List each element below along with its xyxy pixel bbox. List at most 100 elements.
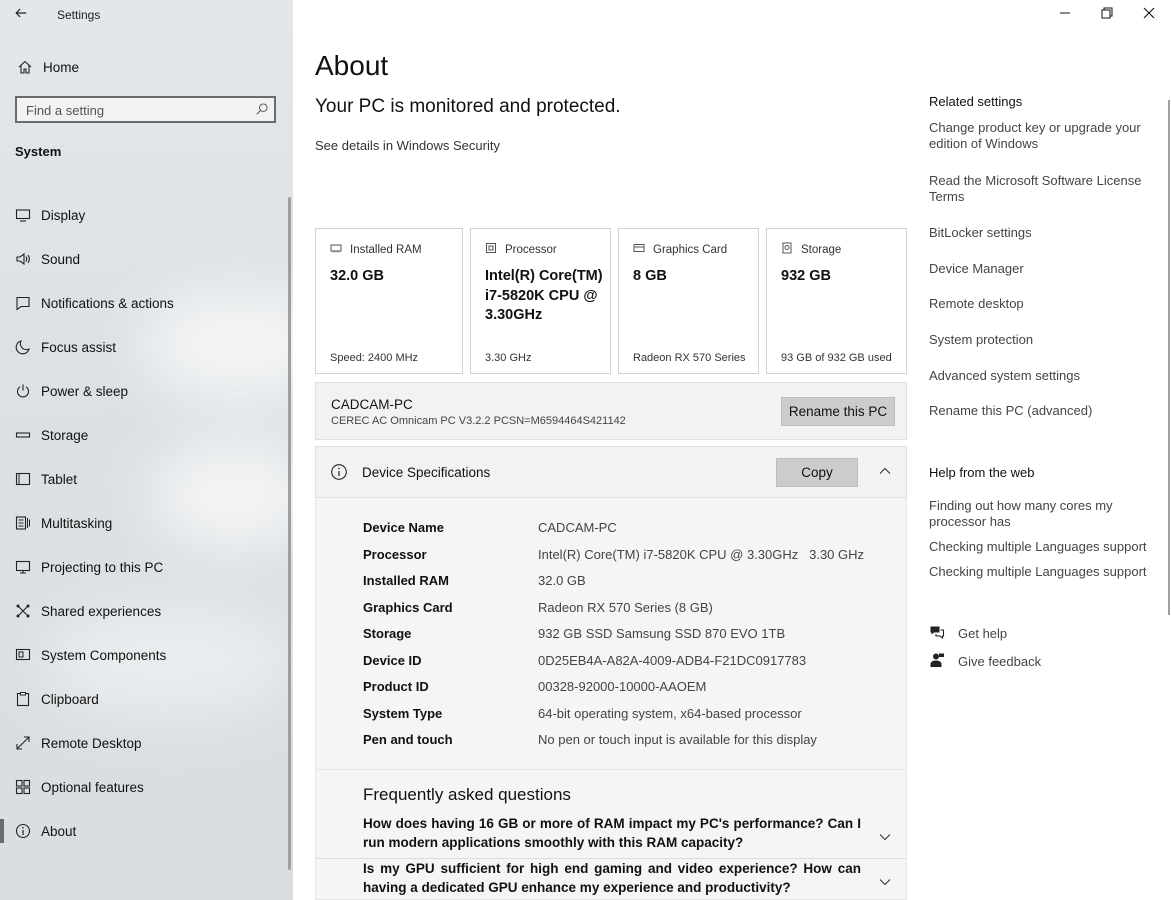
spec-value: Radeon RX 570 Series (8 GB) — [538, 600, 713, 615]
restore-button[interactable] — [1086, 0, 1128, 30]
sidebar-item-optional-features[interactable]: Optional features — [13, 765, 174, 809]
device-specifications-header[interactable]: Device Specifications Copy — [315, 446, 907, 498]
app-title: Settings — [57, 8, 101, 22]
card-value: Intel(R) Core(TM) i7-5820K CPU @ 3.30GHz — [485, 268, 603, 323]
home-icon — [15, 59, 35, 75]
minimize-button[interactable] — [1044, 0, 1086, 30]
notification-icon — [13, 295, 33, 311]
sidebar-item-focus-assist[interactable]: Focus assist — [13, 325, 174, 369]
card-subtext: Speed: 2400 MHz — [330, 352, 419, 364]
spec-key: Device Name — [363, 520, 444, 535]
faq-section: Frequently asked questions How does havi… — [315, 770, 907, 900]
chevron-down-icon[interactable] — [878, 830, 892, 844]
sidebar-item-sound[interactable]: Sound — [13, 237, 174, 281]
spec-row: System Type 64-bit operating system, x64-… — [363, 706, 802, 732]
faq-question[interactable]: Is my GPU sufficient for high end gaming… — [363, 860, 861, 897]
related-link-license-terms[interactable]: Read the Microsoft Software License Term… — [929, 173, 1154, 205]
components-icon — [13, 647, 33, 663]
spec-key: Product ID — [363, 679, 429, 694]
chevron-up-icon[interactable] — [878, 464, 892, 483]
sidebar-item-shared-experiences[interactable]: Shared experiences — [13, 589, 174, 633]
spec-value: Intel(R) Core(TM) i7-5820K CPU @ 3.30GHz… — [538, 547, 865, 562]
spec-row: Device Name CADCAM-PC — [363, 520, 617, 546]
multitasking-icon — [13, 515, 33, 531]
sidebar-item-projecting[interactable]: Projecting to this PC — [13, 545, 174, 589]
sidebar-item-multitasking[interactable]: Multitasking — [13, 501, 174, 545]
get-help-link[interactable]: Get help — [929, 624, 1007, 643]
related-link-bitlocker[interactable]: BitLocker settings — [929, 225, 1154, 241]
faq-question[interactable]: How does having 16 GB or more of RAM imp… — [363, 815, 861, 852]
sidebar-scrollbar[interactable] — [288, 197, 291, 870]
spec-row: Product ID 00328-92000-10000-AAOEM — [363, 679, 706, 705]
projecting-icon — [13, 559, 33, 575]
search-box[interactable] — [15, 96, 276, 123]
help-link-languages[interactable]: Checking multiple Languages support — [929, 564, 1154, 580]
get-help-label: Get help — [958, 626, 1008, 641]
spec-row: Processor Intel(R) Core(TM) i7-5820K CPU … — [363, 547, 864, 573]
clipboard-icon — [13, 691, 33, 707]
remote-icon — [13, 735, 33, 751]
related-link-advanced-settings[interactable]: Advanced system settings — [929, 368, 1154, 384]
sidebar-item-home[interactable]: Home — [15, 55, 79, 79]
sidebar: Settings Home System Display Sound Notif… — [0, 0, 293, 900]
card-label: Installed RAM — [350, 243, 422, 256]
back-arrow-icon[interactable] — [10, 5, 32, 25]
card-label: Storage — [801, 243, 842, 256]
sidebar-section-title: System — [15, 144, 62, 159]
windows-security-link[interactable]: See details in Windows Security — [315, 138, 500, 153]
spec-row: Graphics Card Radeon RX 570 Series (8 GB) — [363, 600, 713, 626]
sidebar-item-notifications[interactable]: Notifications & actions — [13, 281, 174, 325]
get-help-icon — [929, 624, 958, 643]
related-link-system-protection[interactable]: System protection — [929, 332, 1154, 348]
sidebar-item-system-components[interactable]: System Components — [13, 633, 174, 677]
sidebar-item-about[interactable]: About — [13, 809, 174, 853]
related-settings-title: Related settings — [929, 94, 1023, 109]
card-graphics-card: Graphics Card 8 GB Radeon RX 570 Series — [618, 228, 759, 374]
related-link-device-manager[interactable]: Device Manager — [929, 261, 1154, 277]
spec-row: Device ID 0D25EB4A-A82A-4009-ADB4-F21DC09… — [363, 653, 806, 679]
divider — [316, 858, 906, 859]
main-scrollbar[interactable] — [1168, 100, 1170, 615]
spec-value: 0D25EB4A-A82A-4009-ADB4-F21DC0917783 — [538, 653, 807, 668]
spec-value: 32.0 GB — [538, 573, 586, 588]
info-icon — [13, 823, 33, 839]
chevron-down-icon[interactable] — [878, 875, 892, 889]
help-link-languages[interactable]: Checking multiple Languages support — [929, 539, 1154, 555]
sidebar-item-label: Focus assist — [41, 339, 117, 355]
related-link-rename-advanced[interactable]: Rename this PC (advanced) — [929, 403, 1154, 419]
storage-drive-icon — [781, 242, 801, 257]
sidebar-item-power-sleep[interactable]: Power & sleep — [13, 369, 174, 413]
sidebar-item-remote-desktop[interactable]: Remote Desktop — [13, 721, 174, 765]
pc-name-panel: CADCAM-PC CEREC AC Omnicam PC V3.2.2 PCS… — [315, 382, 907, 440]
related-link-product-key[interactable]: Change product key or upgrade your editi… — [929, 120, 1154, 152]
search-input[interactable] — [17, 98, 248, 123]
card-installed-ram: Installed RAM 32.0 GB Speed: 2400 MHz — [315, 228, 463, 374]
sidebar-item-storage[interactable]: Storage — [13, 413, 174, 457]
sidebar-item-label: About — [41, 823, 77, 839]
spec-row: Pen and touch No pen or touch input is av… — [363, 732, 817, 758]
sidebar-item-label: Tablet — [41, 471, 78, 487]
device-specifications-list: Device Name CADCAM-PC Processor Intel(R) C… — [315, 498, 907, 770]
sidebar-item-display[interactable]: Display — [13, 193, 174, 237]
close-button[interactable] — [1128, 0, 1170, 30]
speaker-icon — [13, 251, 33, 267]
sidebar-item-tablet[interactable]: Tablet — [13, 457, 174, 501]
sidebar-item-clipboard[interactable]: Clipboard — [13, 677, 174, 721]
give-feedback-link[interactable]: Give feedback — [929, 652, 1041, 671]
help-link-cores[interactable]: Finding out how many cores my processor … — [929, 498, 1129, 530]
sidebar-item-label: Clipboard — [41, 691, 99, 707]
rename-pc-button[interactable]: Rename this PC — [781, 397, 895, 426]
spec-row: Storage 932 GB SSD Samsung SSD 870 EVO 1T… — [363, 626, 785, 652]
spec-key: Graphics Card — [363, 600, 453, 615]
card-value: 32.0 GB — [330, 268, 384, 284]
spec-value: CADCAM-PC — [538, 520, 617, 535]
related-link-remote-desktop[interactable]: Remote desktop — [929, 296, 1154, 312]
copy-button[interactable]: Copy — [776, 458, 858, 487]
moon-icon — [13, 339, 33, 355]
card-subtext: 93 GB of 932 GB used — [781, 352, 892, 364]
search-icon[interactable] — [255, 102, 269, 116]
info-icon — [330, 463, 348, 481]
spec-key: System Type — [363, 706, 443, 721]
graphics-card-icon — [633, 242, 653, 257]
sidebar-item-label: Optional features — [41, 779, 144, 795]
